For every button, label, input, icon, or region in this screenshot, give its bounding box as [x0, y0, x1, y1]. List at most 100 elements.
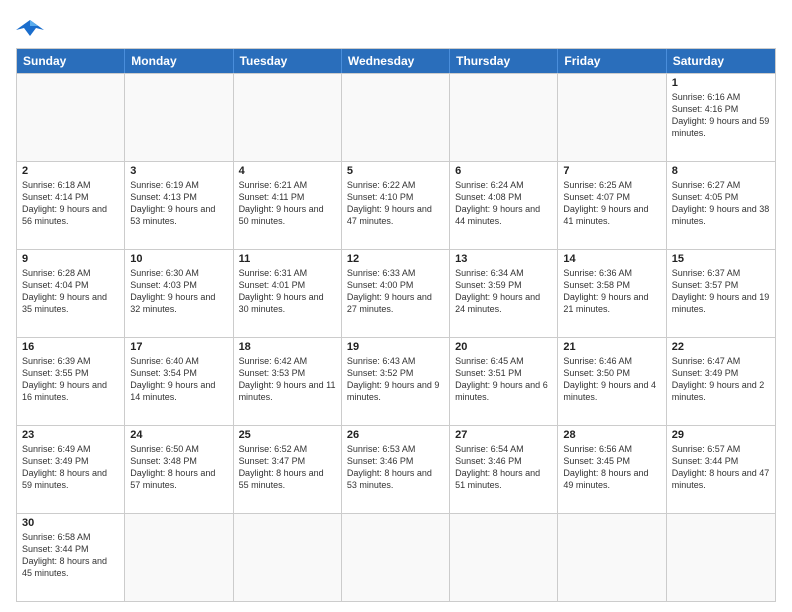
calendar-cell: 7 Sunrise: 6:25 AM Sunset: 4:07 PM Daylig… [558, 162, 666, 249]
day-number: 21 [563, 341, 660, 353]
calendar-cell: 20 Sunrise: 6:45 AM Sunset: 3:51 PM Dayli… [450, 338, 558, 425]
calendar-cell: 21Sunrise: 6:46 AM Sunset: 3:50 PM Dayli… [558, 338, 666, 425]
cell-info: Sunrise: 6:52 AM Sunset: 3:47 PM Dayligh… [239, 443, 336, 492]
calendar-cell: 25 Sunrise: 6:52 AM Sunset: 3:47 PM Dayli… [234, 426, 342, 513]
day-number: 19 [347, 341, 444, 353]
header-day-monday: Monday [125, 49, 233, 73]
calendar-cell [558, 514, 666, 601]
day-number: 7 [563, 165, 660, 177]
calendar-cell: 29Sunrise: 6:57 AM Sunset: 3:44 PM Dayli… [667, 426, 775, 513]
day-number: 15 [672, 253, 770, 265]
header-day-saturday: Saturday [667, 49, 775, 73]
calendar-header-row: SundayMondayTuesdayWednesdayThursdayFrid… [17, 49, 775, 73]
cell-info: Sunrise: 6:31 AM Sunset: 4:01 PM Dayligh… [239, 267, 336, 316]
day-number: 12 [347, 253, 444, 265]
header [16, 16, 776, 40]
calendar-week-2: 9Sunrise: 6:28 AM Sunset: 4:04 PM Daylig… [17, 249, 775, 337]
day-number: 4 [239, 165, 336, 177]
cell-info: Sunrise: 6:43 AM Sunset: 3:52 PM Dayligh… [347, 355, 444, 404]
cell-info: Sunrise: 6:58 AM Sunset: 3:44 PM Dayligh… [22, 531, 119, 580]
day-number: 25 [239, 429, 336, 441]
cell-info: Sunrise: 6:39 AM Sunset: 3:55 PM Dayligh… [22, 355, 119, 404]
cell-info: Sunrise: 6:18 AM Sunset: 4:14 PM Dayligh… [22, 179, 119, 228]
calendar-cell [558, 74, 666, 161]
logo-icon [16, 16, 44, 40]
calendar-cell: 10Sunrise: 6:30 AM Sunset: 4:03 PM Dayli… [125, 250, 233, 337]
calendar-cell: 30 Sunrise: 6:58 AM Sunset: 3:44 PM Dayli… [17, 514, 125, 601]
day-number: 1 [672, 77, 770, 89]
calendar-cell: 23 Sunrise: 6:49 AM Sunset: 3:49 PM Dayli… [17, 426, 125, 513]
logo-area [16, 16, 48, 40]
cell-info: Sunrise: 6:54 AM Sunset: 3:46 PM Dayligh… [455, 443, 552, 492]
day-number: 17 [130, 341, 227, 353]
cell-info: Sunrise: 6:53 AM Sunset: 3:46 PM Dayligh… [347, 443, 444, 492]
day-number: 13 [455, 253, 552, 265]
day-number: 3 [130, 165, 227, 177]
calendar-cell: 26 Sunrise: 6:53 AM Sunset: 3:46 PM Dayli… [342, 426, 450, 513]
day-number: 5 [347, 165, 444, 177]
calendar-cell [342, 514, 450, 601]
calendar-cell [234, 74, 342, 161]
day-number: 22 [672, 341, 770, 353]
calendar-week-0: 1 Sunrise: 6:16 AM Sunset: 4:16 PM Daylig… [17, 73, 775, 161]
cell-info: Sunrise: 6:25 AM Sunset: 4:07 PM Dayligh… [563, 179, 660, 228]
calendar-body: 1 Sunrise: 6:16 AM Sunset: 4:16 PM Daylig… [17, 73, 775, 601]
day-number: 24 [130, 429, 227, 441]
calendar-cell: 14Sunrise: 6:36 AM Sunset: 3:58 PM Dayli… [558, 250, 666, 337]
calendar-week-4: 23 Sunrise: 6:49 AM Sunset: 3:49 PM Dayli… [17, 425, 775, 513]
calendar-cell [667, 514, 775, 601]
cell-info: Sunrise: 6:37 AM Sunset: 3:57 PM Dayligh… [672, 267, 770, 316]
calendar-cell: 5 Sunrise: 6:22 AM Sunset: 4:10 PM Daylig… [342, 162, 450, 249]
day-number: 14 [563, 253, 660, 265]
header-day-thursday: Thursday [450, 49, 558, 73]
calendar-cell: 6Sunrise: 6:24 AM Sunset: 4:08 PM Daylig… [450, 162, 558, 249]
calendar-cell [342, 74, 450, 161]
cell-info: Sunrise: 6:49 AM Sunset: 3:49 PM Dayligh… [22, 443, 119, 492]
calendar-cell [450, 74, 558, 161]
day-number: 6 [455, 165, 552, 177]
calendar-cell: 11 Sunrise: 6:31 AM Sunset: 4:01 PM Dayli… [234, 250, 342, 337]
calendar-cell: 4Sunrise: 6:21 AM Sunset: 4:11 PM Daylig… [234, 162, 342, 249]
day-number: 2 [22, 165, 119, 177]
page: SundayMondayTuesdayWednesdayThursdayFrid… [0, 0, 792, 612]
calendar-cell: 19 Sunrise: 6:43 AM Sunset: 3:52 PM Dayli… [342, 338, 450, 425]
calendar-cell: 17Sunrise: 6:40 AM Sunset: 3:54 PM Dayli… [125, 338, 233, 425]
cell-info: Sunrise: 6:22 AM Sunset: 4:10 PM Dayligh… [347, 179, 444, 228]
day-number: 29 [672, 429, 770, 441]
day-number: 18 [239, 341, 336, 353]
calendar-cell: 8 Sunrise: 6:27 AM Sunset: 4:05 PM Daylig… [667, 162, 775, 249]
calendar-week-3: 16Sunrise: 6:39 AM Sunset: 3:55 PM Dayli… [17, 337, 775, 425]
cell-info: Sunrise: 6:34 AM Sunset: 3:59 PM Dayligh… [455, 267, 552, 316]
header-day-sunday: Sunday [17, 49, 125, 73]
calendar-cell: 3Sunrise: 6:19 AM Sunset: 4:13 PM Daylig… [125, 162, 233, 249]
cell-info: Sunrise: 6:56 AM Sunset: 3:45 PM Dayligh… [563, 443, 660, 492]
header-day-tuesday: Tuesday [234, 49, 342, 73]
calendar-cell [234, 514, 342, 601]
calendar-cell: 27 Sunrise: 6:54 AM Sunset: 3:46 PM Dayli… [450, 426, 558, 513]
calendar-cell: 12Sunrise: 6:33 AM Sunset: 4:00 PM Dayli… [342, 250, 450, 337]
calendar-cell: 15 Sunrise: 6:37 AM Sunset: 3:57 PM Dayli… [667, 250, 775, 337]
header-day-wednesday: Wednesday [342, 49, 450, 73]
calendar-cell: 18Sunrise: 6:42 AM Sunset: 3:53 PM Dayli… [234, 338, 342, 425]
calendar-cell: 1 Sunrise: 6:16 AM Sunset: 4:16 PM Daylig… [667, 74, 775, 161]
day-number: 11 [239, 253, 336, 265]
calendar-week-5: 30 Sunrise: 6:58 AM Sunset: 3:44 PM Dayli… [17, 513, 775, 601]
calendar-week-1: 2 Sunrise: 6:18 AM Sunset: 4:14 PM Daylig… [17, 161, 775, 249]
cell-info: Sunrise: 6:50 AM Sunset: 3:48 PM Dayligh… [130, 443, 227, 492]
calendar-cell [125, 514, 233, 601]
day-number: 8 [672, 165, 770, 177]
calendar-cell: 9Sunrise: 6:28 AM Sunset: 4:04 PM Daylig… [17, 250, 125, 337]
cell-info: Sunrise: 6:45 AM Sunset: 3:51 PM Dayligh… [455, 355, 552, 404]
calendar-cell: 2 Sunrise: 6:18 AM Sunset: 4:14 PM Daylig… [17, 162, 125, 249]
calendar-cell: 24 Sunrise: 6:50 AM Sunset: 3:48 PM Dayli… [125, 426, 233, 513]
calendar-cell: 16Sunrise: 6:39 AM Sunset: 3:55 PM Dayli… [17, 338, 125, 425]
day-number: 26 [347, 429, 444, 441]
day-number: 20 [455, 341, 552, 353]
day-number: 30 [22, 517, 119, 529]
day-number: 27 [455, 429, 552, 441]
cell-info: Sunrise: 6:16 AM Sunset: 4:16 PM Dayligh… [672, 91, 770, 140]
cell-info: Sunrise: 6:27 AM Sunset: 4:05 PM Dayligh… [672, 179, 770, 228]
header-day-friday: Friday [558, 49, 666, 73]
day-number: 28 [563, 429, 660, 441]
day-number: 23 [22, 429, 119, 441]
